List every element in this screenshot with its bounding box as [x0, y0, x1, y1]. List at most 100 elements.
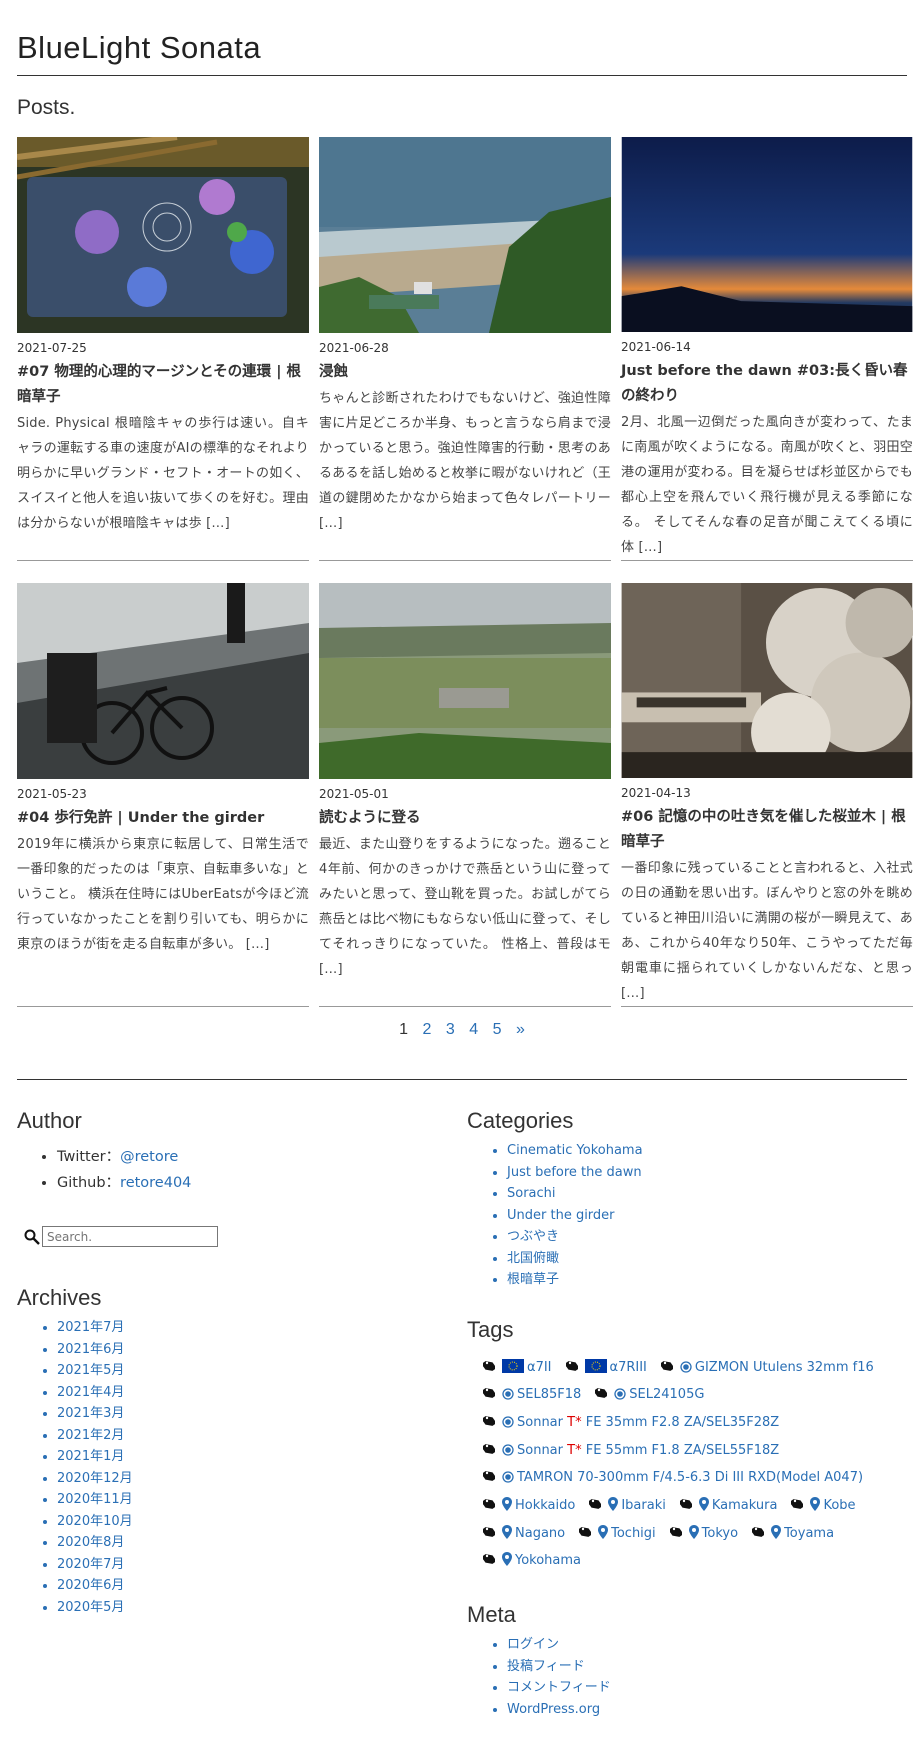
- tag-label: Toyama: [784, 1525, 835, 1541]
- post-thumbnail-fields[interactable]: [319, 583, 611, 779]
- tag-label: Tokyo: [701, 1525, 739, 1541]
- tag-link[interactable]: Yokohama: [481, 1548, 581, 1576]
- archive-link[interactable]: 2021年4月: [57, 1382, 467, 1404]
- tag-icon: [593, 1384, 609, 1410]
- category-link[interactable]: 根暗草子: [507, 1269, 907, 1291]
- post-card: 2021-06-28 浸蝕 ちゃんと診断されたわけでもないけど、強迫性障害に片足…: [319, 137, 611, 561]
- archive-link[interactable]: 2020年8月: [57, 1532, 467, 1554]
- tag-link[interactable]: Sonnar T* FE 55mm F1.8 ZA/SEL55F18Z: [481, 1438, 779, 1466]
- post-card: 2021-07-25 #07 物理的心理的マージンとその連環 | 根暗草子 Si…: [17, 137, 309, 561]
- tag-link[interactable]: SEL24105G: [593, 1382, 704, 1410]
- map-pin-icon: [502, 1523, 512, 1549]
- category-link[interactable]: つぶやき: [507, 1226, 907, 1248]
- category-link[interactable]: Under the girder: [507, 1205, 907, 1227]
- post-thumbnail-coast[interactable]: [319, 137, 611, 333]
- tag-link[interactable]: GIZMON Utulens 32mm f16: [659, 1355, 874, 1383]
- footer-right-column: Categories Cinematic Yokohama Just befor…: [467, 1108, 907, 1720]
- tag-icon: [481, 1523, 497, 1549]
- footer-divider: [17, 1079, 907, 1080]
- archive-link[interactable]: 2021年1月: [57, 1446, 467, 1468]
- page-2-link[interactable]: 2: [423, 1021, 432, 1038]
- tag-link[interactable]: Toyama: [750, 1521, 835, 1549]
- tag-icon: [577, 1523, 593, 1549]
- archive-link[interactable]: 2020年10月: [57, 1511, 467, 1533]
- archive-link[interactable]: 2020年5月: [57, 1597, 467, 1619]
- post-date: 2021-07-25: [17, 341, 87, 355]
- categories-list: Cinematic Yokohama Just before the dawn …: [467, 1140, 907, 1291]
- category-link[interactable]: 北国俯瞰: [507, 1248, 907, 1270]
- tag-link[interactable]: Nagano: [481, 1521, 565, 1549]
- archive-link[interactable]: 2020年11月: [57, 1489, 467, 1511]
- next-page-link[interactable]: »: [516, 1021, 525, 1038]
- archive-link[interactable]: 2020年6月: [57, 1575, 467, 1597]
- post-thumbnail-cherry-blossoms[interactable]: [621, 583, 913, 778]
- archive-link[interactable]: 2021年5月: [57, 1360, 467, 1382]
- map-pin-icon: [688, 1523, 699, 1549]
- tag-icon: [750, 1523, 766, 1549]
- tag-label: α7RIII: [609, 1359, 647, 1375]
- tag-link[interactable]: Sonnar T* FE 35mm F2.8 ZA/SEL35F28Z: [481, 1410, 780, 1438]
- archive-link[interactable]: 2021年7月: [57, 1317, 467, 1339]
- post-title[interactable]: 読むように登る: [319, 806, 611, 831]
- tag-link[interactable]: Kamakura: [678, 1493, 777, 1521]
- post-thumbnail-bicycle[interactable]: [17, 583, 309, 779]
- tag-link[interactable]: Kobe: [789, 1493, 856, 1521]
- twitter-link[interactable]: @retore: [120, 1149, 178, 1165]
- tag-label-rest: FE 35mm F2.8 ZA/SEL35F28Z: [581, 1414, 780, 1430]
- archive-link[interactable]: 2021年2月: [57, 1425, 467, 1447]
- entries-feed-link[interactable]: 投稿フィード: [507, 1656, 907, 1678]
- tag-link[interactable]: α7II: [481, 1355, 552, 1383]
- github-link[interactable]: retore404: [120, 1175, 191, 1191]
- tag-cloud: α7II α7RIII GIZMON Utulens 32mm f16 SEL85F1…: [467, 1355, 907, 1577]
- archive-link[interactable]: 2021年3月: [57, 1403, 467, 1425]
- category-link[interactable]: Sorachi: [507, 1183, 907, 1205]
- post-title[interactable]: Just before the dawn #03:長く昏い春の終わり: [621, 359, 913, 409]
- tag-link[interactable]: α7RIII: [563, 1355, 647, 1383]
- archives-widget-title: Archives: [17, 1285, 102, 1310]
- page-5-link[interactable]: 5: [493, 1021, 502, 1038]
- post-thumbnail-hydrangea[interactable]: [17, 137, 309, 333]
- site-title[interactable]: BlueLight Sonata: [17, 0, 907, 76]
- archive-link[interactable]: 2020年12月: [57, 1468, 467, 1490]
- post-thumbnail-dawn[interactable]: [621, 137, 913, 332]
- posts-grid-row-2: 2021-05-23 #04 歩行免許 | Under the girder 2…: [17, 583, 913, 1007]
- tag-link[interactable]: Ibaraki: [587, 1493, 666, 1521]
- post-divider: [319, 560, 611, 561]
- tag-link[interactable]: Tokyo: [668, 1521, 739, 1549]
- author-list: Twitter：@retore Github：retore404: [17, 1144, 467, 1196]
- tag-label: α7II: [527, 1359, 552, 1375]
- tag-icon: [481, 1495, 497, 1521]
- archive-link[interactable]: 2020年7月: [57, 1554, 467, 1576]
- archive-link[interactable]: 2021年6月: [57, 1339, 467, 1361]
- post-title[interactable]: #04 歩行免許 | Under the girder: [17, 806, 309, 831]
- posts-grid-row-1: 2021-07-25 #07 物理的心理的マージンとその連環 | 根暗草子 Si…: [17, 137, 913, 561]
- page-4-link[interactable]: 4: [469, 1021, 478, 1038]
- pagination: 1 2 3 4 5 »: [17, 1021, 907, 1039]
- github-label: Github：: [57, 1175, 121, 1191]
- post-title[interactable]: 浸蝕: [319, 360, 611, 385]
- search-input[interactable]: [42, 1226, 218, 1247]
- post-date: 2021-05-23: [17, 787, 87, 801]
- wordpress-org-link[interactable]: WordPress.org: [507, 1699, 907, 1721]
- eu-flag-icon: [502, 1357, 524, 1383]
- tag-link[interactable]: Tochigi: [577, 1521, 656, 1549]
- post-title[interactable]: #07 物理的心理的マージンとその連環 | 根暗草子: [17, 360, 309, 410]
- comments-feed-link[interactable]: コメントフィード: [507, 1677, 907, 1699]
- tags-widget-title: Tags: [467, 1316, 514, 1342]
- login-link[interactable]: ログイン: [507, 1634, 907, 1656]
- tag-link[interactable]: TAMRON 70-300mm F/4.5-6.3 Di III RXD(Mod…: [481, 1465, 864, 1493]
- tag-icon: [481, 1384, 497, 1410]
- search-icon[interactable]: [24, 1229, 40, 1245]
- tag-label: Kobe: [823, 1498, 856, 1514]
- page-3-link[interactable]: 3: [446, 1021, 455, 1038]
- post-title[interactable]: #06 記憶の中の吐き気を催した桜並木 | 根暗草子: [621, 805, 913, 855]
- map-pin-icon: [598, 1523, 609, 1549]
- tag-link[interactable]: Hokkaido: [481, 1493, 575, 1521]
- tag-mark: T*: [567, 1414, 582, 1430]
- category-link[interactable]: Cinematic Yokohama: [507, 1140, 907, 1162]
- tag-label: TAMRON 70-300mm F/4.5-6.3 Di III RXD(Mod…: [517, 1470, 864, 1486]
- tag-link[interactable]: SEL85F18: [481, 1382, 581, 1410]
- category-link[interactable]: Just before the dawn: [507, 1162, 907, 1184]
- post-date: 2021-05-01: [319, 787, 389, 801]
- post-date: 2021-04-13: [621, 786, 691, 800]
